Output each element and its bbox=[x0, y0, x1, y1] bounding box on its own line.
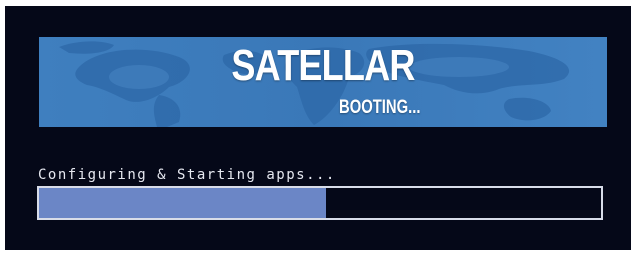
boot-status-subtitle: BOOTING... bbox=[339, 97, 421, 118]
boot-screen: SATELLAR BOOTING... Configuring & Starti… bbox=[5, 6, 631, 250]
status-message: Configuring & Starting apps... bbox=[38, 167, 336, 183]
brand-title: SATELLAR bbox=[231, 41, 415, 90]
brand-banner: SATELLAR BOOTING... bbox=[39, 37, 607, 127]
progress-bar bbox=[37, 186, 603, 220]
progress-bar-fill bbox=[39, 188, 326, 218]
